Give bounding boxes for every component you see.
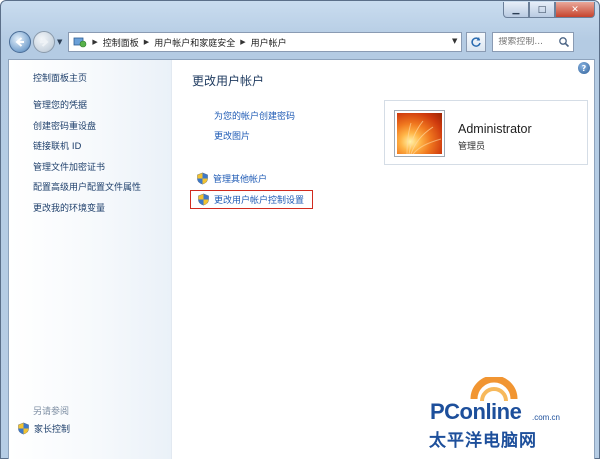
chevron-right-icon: ▶ (92, 38, 98, 46)
shield-icon (198, 193, 209, 206)
sidebar-item-parental-controls[interactable]: 家长控制 (17, 422, 70, 435)
breadcrumb-user-accounts-family[interactable]: 用户帐户和家庭安全 (154, 36, 235, 49)
see-also-heading: 另请参阅 (33, 407, 70, 417)
manage-other-accounts-task[interactable]: 管理其他帐户 (196, 172, 267, 185)
account-name: Administrator (458, 122, 532, 136)
sidebar: 控制面板主页 管理您的凭据 创建密码重设盘 链接联机 ID 管理文件加密证书 配… (9, 60, 172, 459)
chevron-right-icon[interactable]: ▶ (240, 38, 245, 46)
manage-other-accounts-label[interactable]: 管理其他帐户 (213, 172, 267, 185)
account-card: Administrator 管理员 (384, 100, 588, 165)
sidebar-item-manage-credentials[interactable]: 管理您的凭据 (33, 99, 141, 120)
watermark-domain: .com.cn (532, 413, 561, 422)
watermark: PConline .com.cn 太平洋电脑网 (416, 377, 600, 459)
address-dropdown-icon[interactable]: ▼ (452, 37, 457, 45)
change-picture-link[interactable]: 更改图片 (214, 129, 250, 142)
breadcrumb-user-accounts[interactable]: 用户帐户 (251, 36, 287, 49)
watermark-brand-cn: 太平洋电脑网 (429, 431, 537, 451)
parental-controls-label[interactable]: 家长控制 (34, 422, 70, 435)
sidebar-task-list: 管理您的凭据 创建密码重设盘 链接联机 ID 管理文件加密证书 配置高级用户配置… (33, 99, 141, 222)
sidebar-home-link[interactable]: 控制面板主页 (33, 71, 87, 84)
back-arrow-icon (15, 37, 24, 47)
window-frame: ▁ □ ✕ ▼ ▶ 控制面板 ▶ 用户帐户和家庭安全 ▶ 用户帐户 ▼ 搜索控制… (0, 0, 600, 459)
window-controls: ▁ □ ✕ (503, 2, 595, 18)
forward-button[interactable] (33, 31, 55, 53)
shield-icon (18, 422, 29, 435)
page-title: 更改用户帐户 (192, 74, 265, 88)
avatar[interactable] (394, 110, 445, 157)
help-button[interactable]: ? (578, 62, 590, 74)
search-input[interactable] (498, 37, 557, 47)
shield-icon (197, 172, 208, 185)
change-uac-settings-label[interactable]: 更改用户帐户控制设置 (214, 193, 304, 206)
control-panel-icon (73, 36, 87, 48)
maximize-button[interactable]: □ (529, 2, 555, 18)
sidebar-item-environment-vars[interactable]: 更改我的环境变量 (33, 202, 141, 223)
address-bar[interactable]: ▶ 控制面板 ▶ 用户帐户和家庭安全 ▶ 用户帐户 ▼ (68, 32, 463, 52)
change-uac-settings-task[interactable]: 更改用户帐户控制设置 (190, 190, 314, 209)
watermark-brand: PConline (430, 399, 522, 424)
chevron-right-icon[interactable]: ▶ (144, 38, 149, 46)
sidebar-item-encryption-certs[interactable]: 管理文件加密证书 (33, 161, 141, 182)
sidebar-item-link-online-id[interactable]: 链接联机 ID (33, 140, 141, 161)
close-button[interactable]: ✕ (555, 2, 595, 18)
search-icon[interactable] (558, 36, 570, 48)
recent-pages-dropdown[interactable]: ▼ (57, 38, 62, 46)
refresh-button[interactable] (466, 32, 487, 52)
forward-arrow-icon (40, 37, 49, 47)
account-picture (397, 113, 442, 154)
create-password-link[interactable]: 为您的帐户创建密码 (214, 109, 295, 122)
account-role: 管理员 (458, 142, 486, 152)
breadcrumb-control-panel[interactable]: 控制面板 (103, 36, 139, 49)
minimize-button[interactable]: ▁ (503, 2, 529, 18)
navigation-bar: ▼ ▶ 控制面板 ▶ 用户帐户和家庭安全 ▶ 用户帐户 ▼ (9, 30, 595, 54)
back-button[interactable] (9, 31, 31, 53)
sidebar-item-password-reset-disk[interactable]: 创建密码重设盘 (33, 120, 141, 141)
sidebar-item-advanced-profile[interactable]: 配置高级用户配置文件属性 (33, 181, 141, 202)
refresh-icon (471, 37, 482, 47)
search-box[interactable] (492, 32, 575, 52)
